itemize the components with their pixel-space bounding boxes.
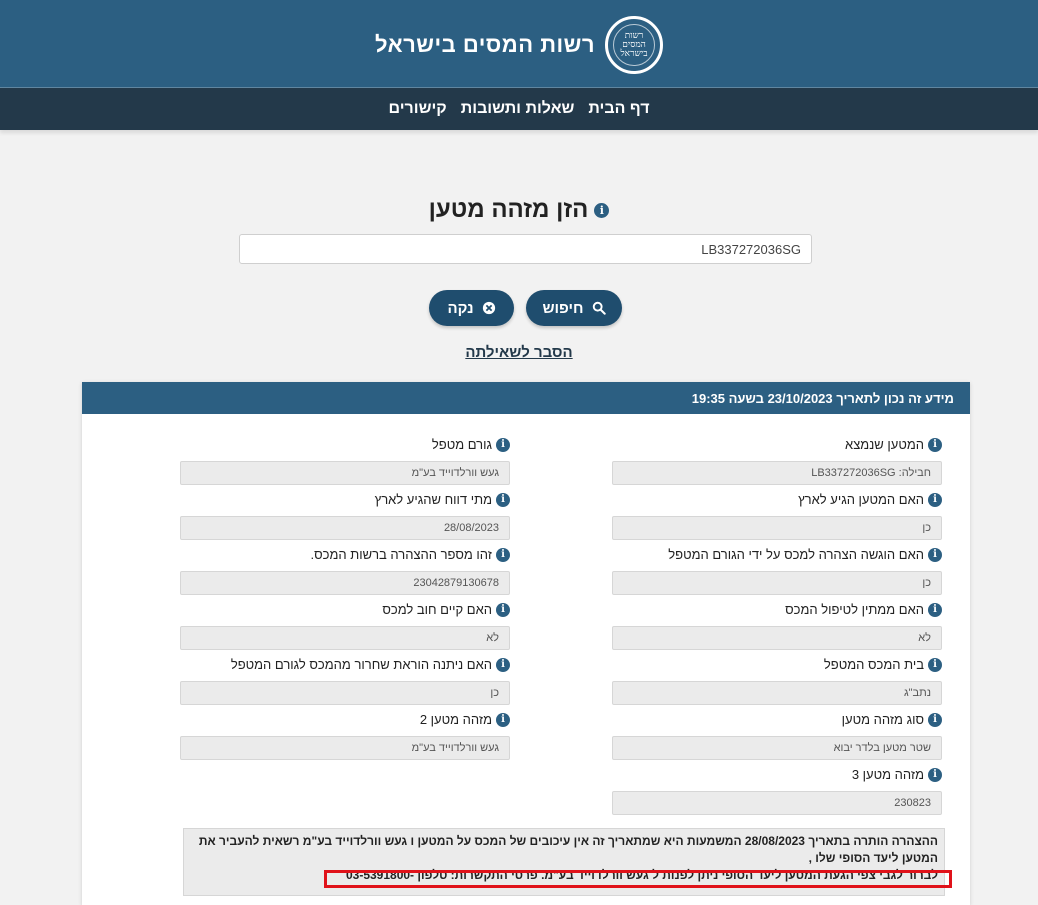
- clear-button[interactable]: נקה: [429, 290, 514, 326]
- info-icon[interactable]: i: [928, 767, 942, 782]
- result-timestamp: מידע זה נכון לתאריך 23/10/2023 בשעה 19:3…: [82, 382, 970, 414]
- search-button-label: חיפוש: [542, 299, 584, 317]
- info-icon[interactable]: i: [594, 202, 610, 218]
- field-label-cargo-id-type: i סוג מזהה מטען: [842, 712, 942, 727]
- info-icon[interactable]: i: [496, 657, 510, 672]
- field-handler: געש וורלדוייד בע"מ: [180, 461, 510, 485]
- field-release-order: כן: [180, 681, 510, 705]
- site-title[interactable]: רשות המסים בישראל: [375, 32, 595, 58]
- field-cargo-id-3: 230823: [612, 791, 942, 815]
- info-icon[interactable]: i: [928, 492, 942, 507]
- field-label-cargo-id-2: i מזהה מטען 2: [420, 712, 510, 727]
- query-explanation-link[interactable]: הסבר לשאילתה: [0, 344, 1038, 361]
- site-header: רשות המסים בישראל רשות המסים בישראל: [0, 0, 1038, 88]
- field-arrived: כן: [612, 516, 942, 540]
- field-cargo-id-2: געש וורלדוייד בע"מ: [180, 736, 510, 760]
- info-icon[interactable]: i: [928, 657, 942, 672]
- field-label-release-order: i האם ניתנה הוראת שחרור מהמכס לגורם המטפ…: [231, 657, 510, 672]
- info-icon[interactable]: i: [496, 437, 510, 452]
- field-label-handler: i גורם מטפל: [432, 437, 510, 452]
- brand[interactable]: רשות המסים בישראל רשות המסים בישראל: [0, 16, 1038, 74]
- field-label-customs-debt: i האם קיים חוב למכס: [382, 602, 510, 617]
- nav-home[interactable]: דף הבית: [588, 100, 649, 118]
- field-declaration-number: 23042879130678: [180, 571, 510, 595]
- field-label-cargo-found: i המטען שנמצא: [845, 437, 942, 452]
- release-notice: ההצהרה הותרה בתאריך 28/08/2023 המשמעות ה…: [183, 828, 945, 896]
- info-icon[interactable]: i: [496, 547, 510, 562]
- field-label-arrival-date: i מתי דווח שהגיע לארץ: [375, 492, 510, 507]
- field-customs-house: נתב"ג: [612, 681, 942, 705]
- info-icon[interactable]: i: [928, 602, 942, 617]
- main-nav: דף הבית שאלות ותשובות קישורים: [0, 88, 1038, 130]
- clear-button-label: נקה: [447, 299, 474, 317]
- close-circle-icon: [482, 301, 495, 315]
- field-label-customs-house: i בית המכס המטפל: [824, 657, 942, 672]
- release-notice-text: ההצהרה הותרה בתאריך 28/08/2023 המשמעות ה…: [198, 834, 938, 865]
- search-icon: [592, 301, 606, 315]
- field-label-declaration-filed: i האם הוגשה הצהרה למכס על ידי הגורם המטפ…: [668, 547, 942, 562]
- field-customs-debt: לא: [180, 626, 510, 650]
- info-icon[interactable]: i: [928, 437, 942, 452]
- search-title: i הזן מזהה מטען: [0, 196, 1038, 224]
- field-cargo-found: חבילה: LB337272036SG: [612, 461, 942, 485]
- nav-links[interactable]: קישורים: [389, 100, 447, 118]
- info-icon[interactable]: i: [928, 547, 942, 562]
- field-label-pending-customs: i האם ממתין לטיפול המכס: [785, 602, 942, 617]
- info-icon[interactable]: i: [496, 602, 510, 617]
- contact-notice-text: לברור לגבי צפי הגעת המטען ליעד הסופי נית…: [345, 868, 938, 882]
- field-pending-customs: לא: [612, 626, 942, 650]
- cargo-id-input[interactable]: [239, 234, 812, 264]
- nav-faq[interactable]: שאלות ותשובות: [461, 100, 575, 118]
- field-arrival-date: 28/08/2023: [180, 516, 510, 540]
- info-icon[interactable]: i: [496, 712, 510, 727]
- search-title-text: הזן מזהה מטען: [428, 196, 589, 223]
- field-label-declaration-number: i זהו מספר ההצהרה ברשות המכס.: [310, 547, 510, 562]
- tax-authority-logo[interactable]: רשות המסים בישראל: [605, 16, 664, 74]
- field-cargo-id-type: שטר מטען בלדר יבוא: [612, 736, 942, 760]
- result-card: מידע זה נכון לתאריך 23/10/2023 בשעה 19:3…: [82, 382, 970, 905]
- search-button[interactable]: חיפוש: [526, 290, 622, 326]
- logo-text: רשות המסים בישראל: [620, 30, 648, 59]
- field-label-cargo-id-3: i מזהה מטען 3: [852, 767, 942, 782]
- field-declaration-filed: כן: [612, 571, 942, 595]
- info-icon[interactable]: i: [928, 712, 942, 727]
- field-label-arrived: i האם המטען הגיע לארץ: [798, 492, 942, 507]
- info-icon[interactable]: i: [496, 492, 510, 507]
